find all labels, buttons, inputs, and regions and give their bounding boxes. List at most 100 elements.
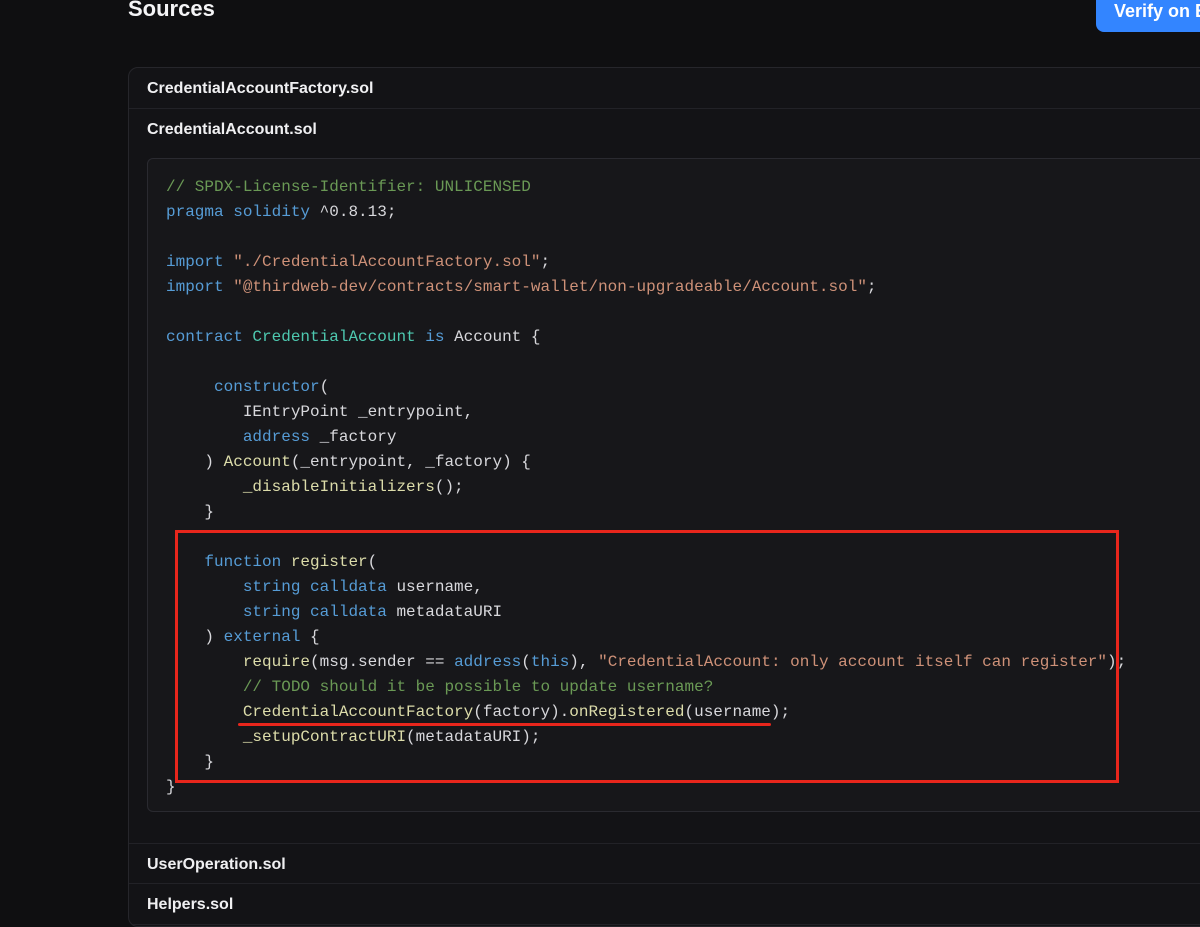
code-token: external bbox=[223, 628, 301, 646]
code-token: } bbox=[166, 503, 215, 521]
code-token: _factory bbox=[310, 428, 397, 446]
code-token: contract bbox=[166, 328, 243, 346]
code-token: _disableInitializers bbox=[242, 478, 435, 496]
code-token: string bbox=[242, 578, 301, 596]
code-token: IEntryPoint _entrypoint, bbox=[166, 403, 474, 421]
code-line: import "./CredentialAccountFactory.sol"; bbox=[166, 250, 1126, 275]
code-line: address _factory bbox=[166, 425, 1126, 450]
code-line: // TODO should it be possible to update … bbox=[166, 675, 1126, 700]
code-token: ), bbox=[569, 653, 599, 671]
code-line: // SPDX-License-Identifier: UNLICENSED bbox=[166, 175, 1126, 200]
code-token: (metadataURI); bbox=[406, 728, 541, 746]
code-token: address bbox=[242, 428, 311, 446]
code-token: (username); bbox=[684, 703, 791, 721]
code-token: } bbox=[166, 753, 215, 771]
code-token: calldata bbox=[310, 578, 387, 596]
code-line: ) external { bbox=[166, 625, 1126, 650]
code-token: metadataURI bbox=[386, 603, 503, 621]
code-line: } bbox=[166, 775, 1126, 800]
file-item-helpers[interactable]: Helpers.sol bbox=[129, 884, 1200, 925]
code-line: _disableInitializers(); bbox=[166, 475, 1126, 500]
code-token: "@thirdweb-dev/contracts/smart-wallet/no… bbox=[233, 278, 867, 296]
code-token: import bbox=[166, 278, 224, 296]
code-token: (); bbox=[434, 478, 464, 496]
sources-panel: CredentialAccountFactory.sol CredentialA… bbox=[128, 67, 1200, 927]
code-token: pragma bbox=[166, 203, 224, 221]
file-item-credential-account-factory[interactable]: CredentialAccountFactory.sol bbox=[129, 68, 1200, 109]
code-line: } bbox=[166, 500, 1126, 525]
code-token: is bbox=[425, 328, 445, 346]
code-token: ) bbox=[166, 628, 224, 646]
code-line: pragma solidity ^0.8.13; bbox=[166, 200, 1126, 225]
code-token: this bbox=[530, 653, 570, 671]
code-line: _setupContractURI(metadataURI); bbox=[166, 725, 1126, 750]
sources-title: Sources bbox=[128, 0, 215, 21]
file-item-credential-account[interactable]: CredentialAccount.sol bbox=[129, 109, 1200, 150]
code-token: ) bbox=[166, 453, 224, 471]
code-line: string calldata username, bbox=[166, 575, 1126, 600]
code-token: "./CredentialAccountFactory.sol" bbox=[233, 253, 541, 271]
code-token: address bbox=[454, 653, 522, 671]
code-token: Account { bbox=[444, 328, 541, 346]
file-item-user-operation[interactable]: UserOperation.sol bbox=[129, 843, 1200, 884]
code-token: function bbox=[204, 553, 282, 571]
code-line: function register( bbox=[166, 550, 1126, 575]
verify-button[interactable]: Verify on Etherscan bbox=[1096, 0, 1200, 32]
code-line: contract CredentialAccount is Account { bbox=[166, 325, 1126, 350]
code-token: constructor bbox=[214, 378, 320, 396]
code-token: ^0.8.13; bbox=[310, 203, 397, 221]
code-token: username, bbox=[386, 578, 483, 596]
code-token: Account bbox=[223, 453, 291, 471]
code-token: CredentialAccount bbox=[252, 328, 416, 346]
code-token: (msg.sender == bbox=[310, 653, 455, 671]
code-token: } bbox=[166, 778, 176, 796]
code-content: // SPDX-License-Identifier: UNLICENSED pr… bbox=[166, 175, 1126, 800]
code-token: { bbox=[300, 628, 320, 646]
code-token: ( bbox=[367, 553, 378, 571]
code-line: CredentialAccountFactory(factory).onRegi… bbox=[166, 700, 1126, 725]
code-block: // SPDX-License-Identifier: UNLICENSED pr… bbox=[147, 158, 1200, 812]
code-token: import bbox=[166, 253, 224, 271]
code-token: ; bbox=[540, 253, 551, 271]
code-line: require(msg.sender == address(this), "Cr… bbox=[166, 650, 1126, 675]
code-line: IEntryPoint _entrypoint, bbox=[166, 400, 1126, 425]
code-token: // TODO should it be possible to update … bbox=[242, 678, 714, 696]
code-line: string calldata metadataURI bbox=[166, 600, 1126, 625]
code-token: register bbox=[290, 553, 368, 571]
code-token: solidity bbox=[233, 203, 311, 221]
code-line: } bbox=[166, 750, 1126, 775]
code-token: calldata bbox=[310, 603, 387, 621]
code-line: import "@thirdweb-dev/contracts/smart-wa… bbox=[166, 275, 1126, 300]
code-token: ); bbox=[1107, 653, 1127, 671]
code-token: _setupContractURI bbox=[242, 728, 407, 746]
code-token: (factory). bbox=[473, 703, 570, 721]
code-token: ; bbox=[866, 278, 877, 296]
code-token: (_entrypoint, _factory) { bbox=[290, 453, 531, 471]
code-line: constructor( bbox=[166, 375, 1126, 400]
code-token: ( bbox=[521, 653, 531, 671]
code-token: onRegistered bbox=[569, 703, 685, 721]
code-token: CredentialAccountFactory bbox=[242, 703, 474, 721]
